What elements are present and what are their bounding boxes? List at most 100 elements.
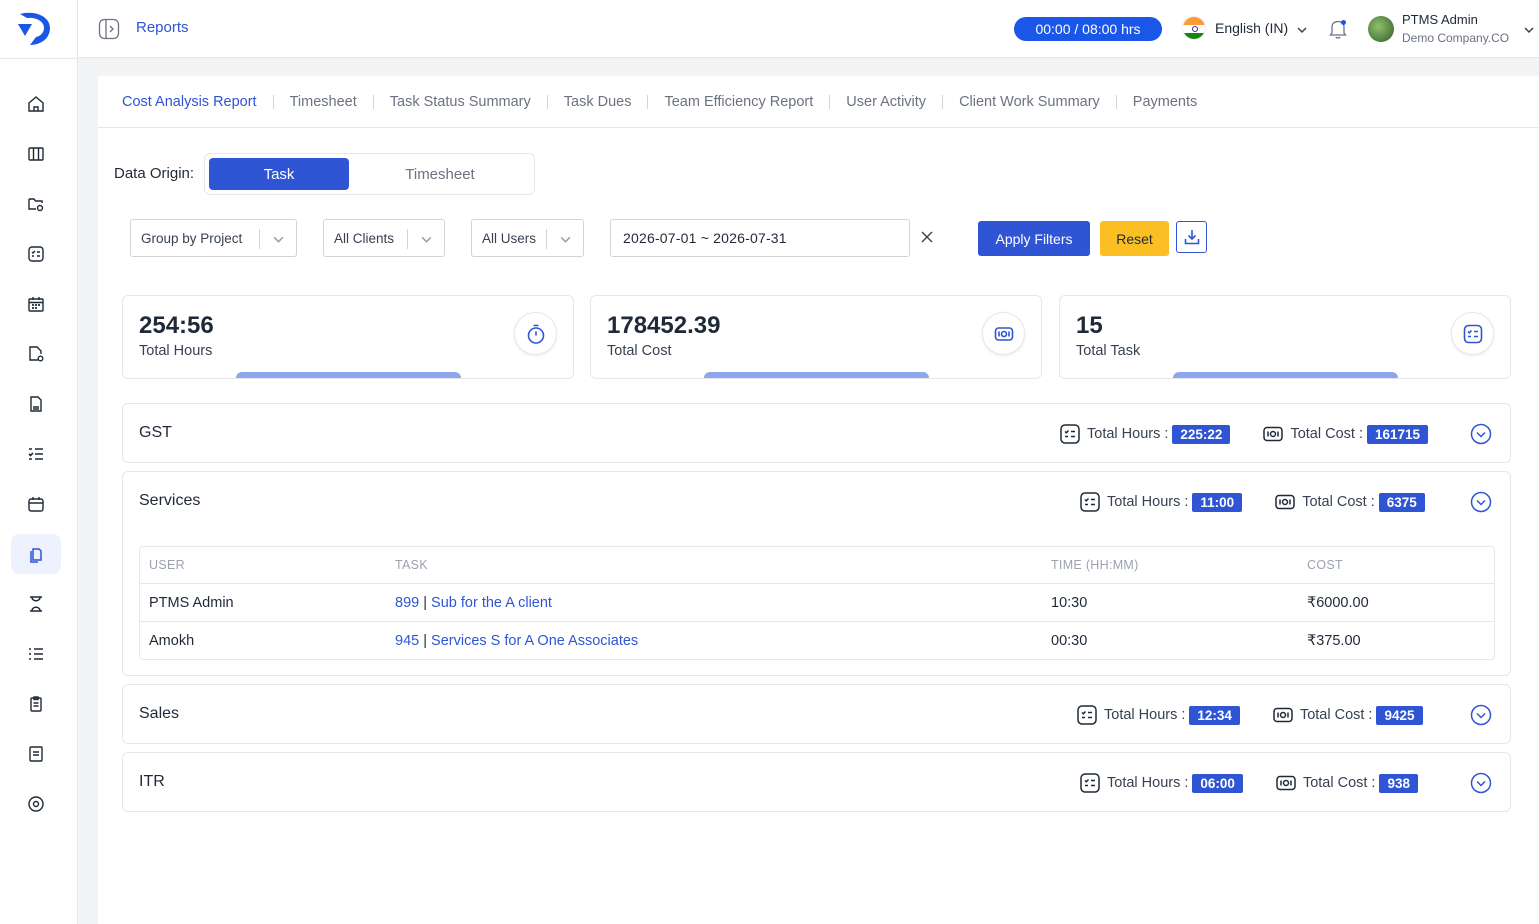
home-icon xyxy=(28,96,44,112)
tab-user-activity[interactable]: User Activity xyxy=(829,94,942,109)
tab-task-status-summary[interactable]: Task Status Summary xyxy=(372,94,547,109)
sidebar-item-tasks[interactable] xyxy=(11,234,61,274)
chevron-circle-down-icon[interactable] xyxy=(1470,772,1492,794)
sidebar-item-reports[interactable] xyxy=(11,534,61,574)
chevron-circle-down-icon[interactable] xyxy=(1470,491,1492,513)
sidebar-item-documents[interactable] xyxy=(11,334,61,374)
sidebar-item-files[interactable] xyxy=(11,384,61,424)
chevron-down-icon[interactable] xyxy=(1523,24,1535,36)
sidebar-item-home[interactable] xyxy=(11,84,61,124)
task-name-link[interactable]: Sub for the A client xyxy=(431,595,552,611)
stat-accent-bar xyxy=(704,372,929,378)
total-hours-label: Total Hours : xyxy=(1104,707,1186,723)
sidebar-item-task-list[interactable] xyxy=(11,434,61,474)
document-settings-icon xyxy=(29,346,44,362)
chevron-circle-down-icon[interactable] xyxy=(1470,423,1492,445)
checklist-icon xyxy=(28,246,44,262)
row-cost: ₹375.00 xyxy=(1307,632,1361,649)
total-hours-badge: 225:22 xyxy=(1172,424,1231,444)
sidebar-item-calendar-grid[interactable] xyxy=(11,284,61,324)
sidebar-toggle-icon[interactable] xyxy=(98,18,120,40)
table-row: Amokh 945 | Services S for A One Associa… xyxy=(140,621,1494,659)
origin-timesheet-button[interactable]: Timesheet xyxy=(365,158,515,190)
reports-icon xyxy=(30,548,42,563)
checklist-icon xyxy=(1077,705,1097,725)
total-cost-badge: 161715 xyxy=(1366,424,1429,444)
close-icon[interactable] xyxy=(920,230,934,244)
tab-cost-analysis-report[interactable]: Cost Analysis Report xyxy=(122,94,273,109)
sidebar-item-settings[interactable] xyxy=(11,784,61,824)
date-range-input[interactable]: 2026-07-01 ~ 2026-07-31 xyxy=(610,219,910,257)
stat-label: Total Task xyxy=(1076,343,1141,359)
tab-team-efficiency-report[interactable]: Team Efficiency Report xyxy=(647,94,829,109)
task-id-link[interactable]: 945 xyxy=(395,633,419,649)
stopwatch-icon xyxy=(514,312,557,355)
data-origin-switch: Task Timesheet xyxy=(204,153,535,195)
stat-card-total-hours: 254:56 Total Hours xyxy=(122,295,574,379)
task-name-link[interactable]: Services S for A One Associates xyxy=(431,633,638,649)
stat-value: 254:56 xyxy=(139,312,214,339)
stat-card-total-cost: 178452.39 Total Cost xyxy=(590,295,1042,379)
task-separator: | xyxy=(423,632,428,649)
select-divider xyxy=(259,229,260,249)
total-cost-label: Total Cost : xyxy=(1290,426,1363,442)
checklist-icon xyxy=(1080,773,1100,793)
group-totals: Total Hours : 11:00 Total Cost : 6375 xyxy=(1079,490,1425,514)
stat-accent-bar xyxy=(1173,372,1398,378)
language-selector[interactable]: English (IN) xyxy=(1215,20,1288,36)
sidebar-item-clipboard[interactable] xyxy=(11,684,61,724)
row-task: 945 | Services S for A One Associates xyxy=(395,622,638,659)
column-header-time: TIME (HH:MM) xyxy=(1051,558,1139,572)
stat-label: Total Hours xyxy=(139,343,213,359)
user-name[interactable]: PTMS Admin xyxy=(1402,12,1478,27)
india-flag-icon xyxy=(1182,16,1206,40)
group-by-value: Group by Project xyxy=(141,230,243,246)
origin-task-button[interactable]: Task xyxy=(209,158,349,190)
app-logo[interactable] xyxy=(16,8,56,48)
chevron-down-icon xyxy=(560,236,571,243)
report-tabs: Cost Analysis Report Timesheet Task Stat… xyxy=(98,76,1539,128)
tab-payments[interactable]: Payments xyxy=(1115,94,1213,109)
folder-settings-icon xyxy=(28,198,44,212)
table-header-row: USER TASK TIME (HH:MM) COST xyxy=(140,547,1494,583)
sidebar-item-notes[interactable] xyxy=(11,734,61,774)
download-button[interactable] xyxy=(1176,221,1207,253)
total-cost-badge: 6375 xyxy=(1378,492,1425,512)
task-id-link[interactable]: 899 xyxy=(395,595,419,611)
sidebar-item-list[interactable] xyxy=(11,634,61,674)
apply-filters-button[interactable]: Apply Filters xyxy=(978,221,1090,256)
row-task: 899 | Sub for the A client xyxy=(395,584,552,621)
project-group-sales: Sales Total Hours : 12:34 Total Cost : 9… xyxy=(122,684,1511,744)
notification-bell-icon[interactable] xyxy=(1328,18,1348,40)
chevron-down-icon[interactable] xyxy=(1296,24,1308,36)
reset-button[interactable]: Reset xyxy=(1100,221,1169,256)
stat-accent-bar xyxy=(236,372,461,378)
sidebar-item-projects[interactable] xyxy=(11,184,61,224)
row-user: PTMS Admin xyxy=(149,594,234,611)
stat-value: 15 xyxy=(1076,312,1103,339)
chevron-circle-down-icon[interactable] xyxy=(1470,704,1492,726)
row-time: 00:30 xyxy=(1051,632,1088,649)
group-by-select[interactable]: Group by Project xyxy=(130,219,297,257)
top-header: Reports 00:00 / 08:00 hrs English (IN) P… xyxy=(78,0,1539,58)
group-name: GST xyxy=(139,424,172,441)
money-icon xyxy=(1263,426,1284,442)
avatar[interactable] xyxy=(1368,16,1394,42)
tab-timesheet[interactable]: Timesheet xyxy=(272,94,373,109)
tab-client-work-summary[interactable]: Client Work Summary xyxy=(942,94,1116,109)
clients-select[interactable]: All Clients xyxy=(323,219,445,257)
group-totals: Total Hours : 06:00 Total Cost : 938 xyxy=(1079,771,1418,795)
tab-task-dues[interactable]: Task Dues xyxy=(546,94,648,109)
money-icon xyxy=(982,312,1025,355)
chevron-down-icon xyxy=(273,236,284,243)
task-separator: | xyxy=(423,594,428,611)
page-title: Reports xyxy=(136,19,189,36)
users-select[interactable]: All Users xyxy=(471,219,584,257)
group-totals: Total Hours : 12:34 Total Cost : 9425 xyxy=(1076,703,1423,727)
checklist-icon xyxy=(1060,424,1080,444)
work-timer[interactable]: 00:00 / 08:00 hrs xyxy=(1014,17,1162,41)
sidebar-item-calendar[interactable] xyxy=(11,484,61,524)
select-divider xyxy=(546,229,547,249)
sidebar-item-timer[interactable] xyxy=(11,584,61,624)
sidebar-item-board[interactable] xyxy=(11,134,61,174)
